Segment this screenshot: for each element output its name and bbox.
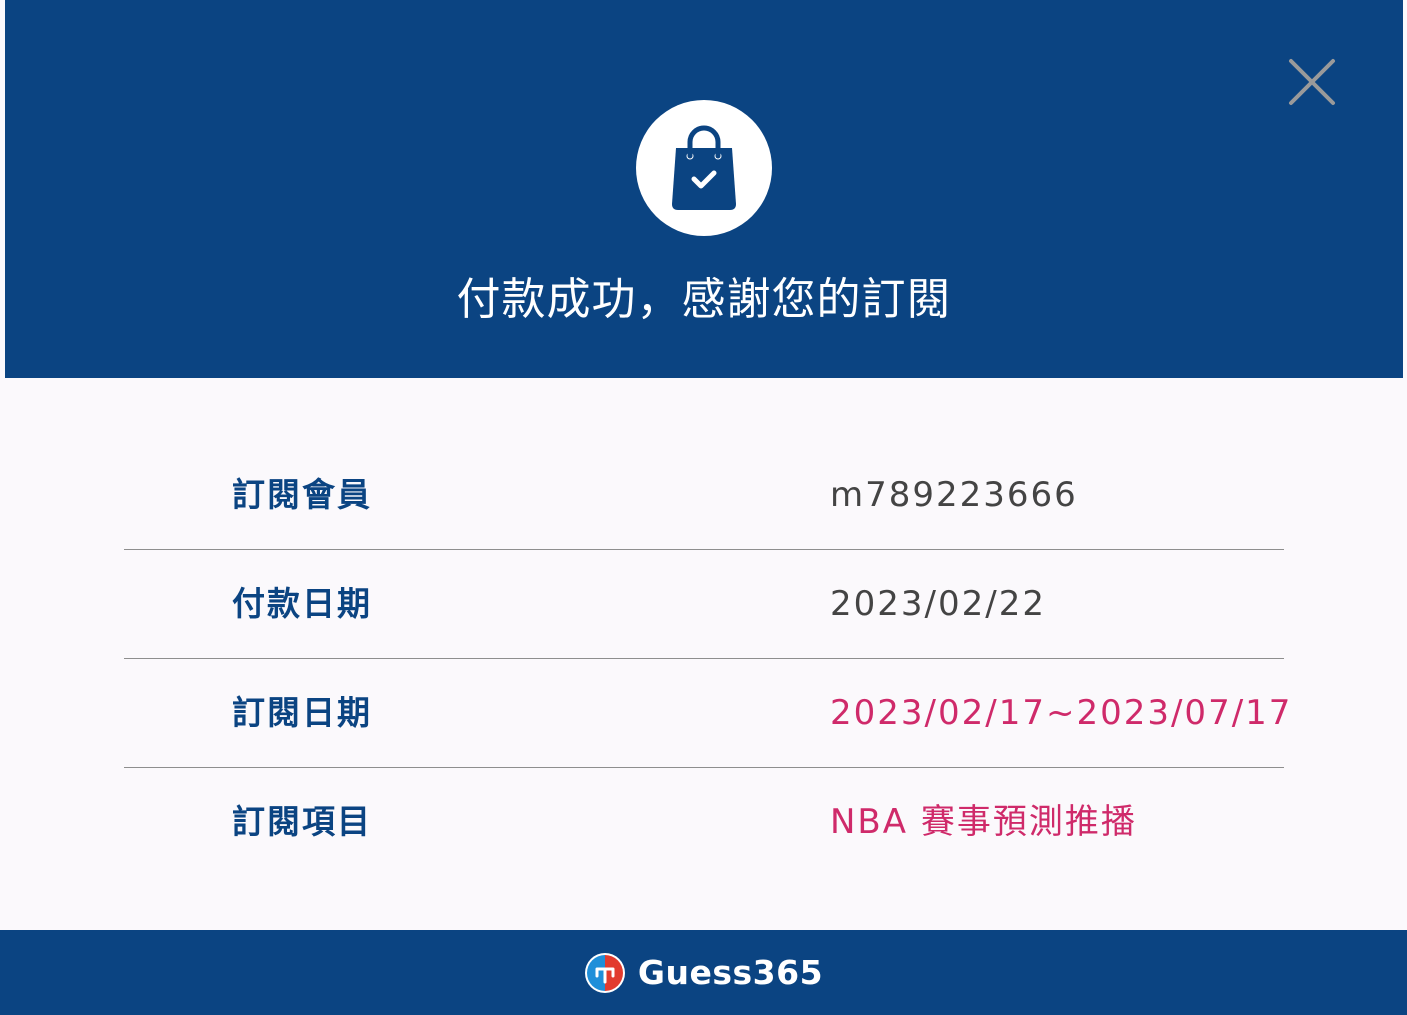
close-icon	[1289, 59, 1335, 105]
detail-label: 訂閱日期	[232, 693, 372, 732]
detail-row-subscription-item: 訂閱項目 NBA 賽事預測推播	[124, 768, 1284, 876]
detail-row-payment-date: 付款日期 2023/02/22	[124, 550, 1284, 659]
brand-name: Guess365	[637, 952, 824, 992]
detail-value: 2023/02/22	[830, 584, 1046, 624]
detail-label: 付款日期	[232, 584, 372, 623]
detail-value: NBA 賽事預測推播	[830, 802, 1137, 842]
payment-success-dialog: 付款成功，感謝您的訂閱 訂閱會員 m789223666 付款日期 2023/02…	[0, 0, 1407, 1015]
brand-logo[interactable]: Guess365	[584, 952, 823, 994]
detail-label: 訂閱項目	[232, 802, 372, 841]
dialog-title: 付款成功，感謝您的訂閱	[456, 274, 952, 325]
shopping-bag-check-icon	[672, 125, 736, 210]
guess365-logo-icon	[584, 952, 625, 993]
detail-row-subscription-period: 訂閱日期 2023/02/17~2023/07/17	[124, 659, 1290, 768]
dialog-header: 付款成功，感謝您的訂閱	[5, 0, 1403, 378]
close-button[interactable]	[1285, 55, 1339, 109]
success-icon-badge	[636, 100, 772, 236]
subscription-details: 訂閱會員 m789223666 付款日期 2023/02/22 訂閱日期 202…	[124, 441, 1290, 876]
detail-value: 2023/02/17~2023/07/17	[830, 693, 1293, 733]
detail-label: 訂閱會員	[232, 475, 372, 514]
detail-row-member: 訂閱會員 m789223666	[124, 441, 1284, 550]
dialog-footer: Guess365	[0, 930, 1407, 1015]
detail-value: m789223666	[830, 475, 1078, 515]
